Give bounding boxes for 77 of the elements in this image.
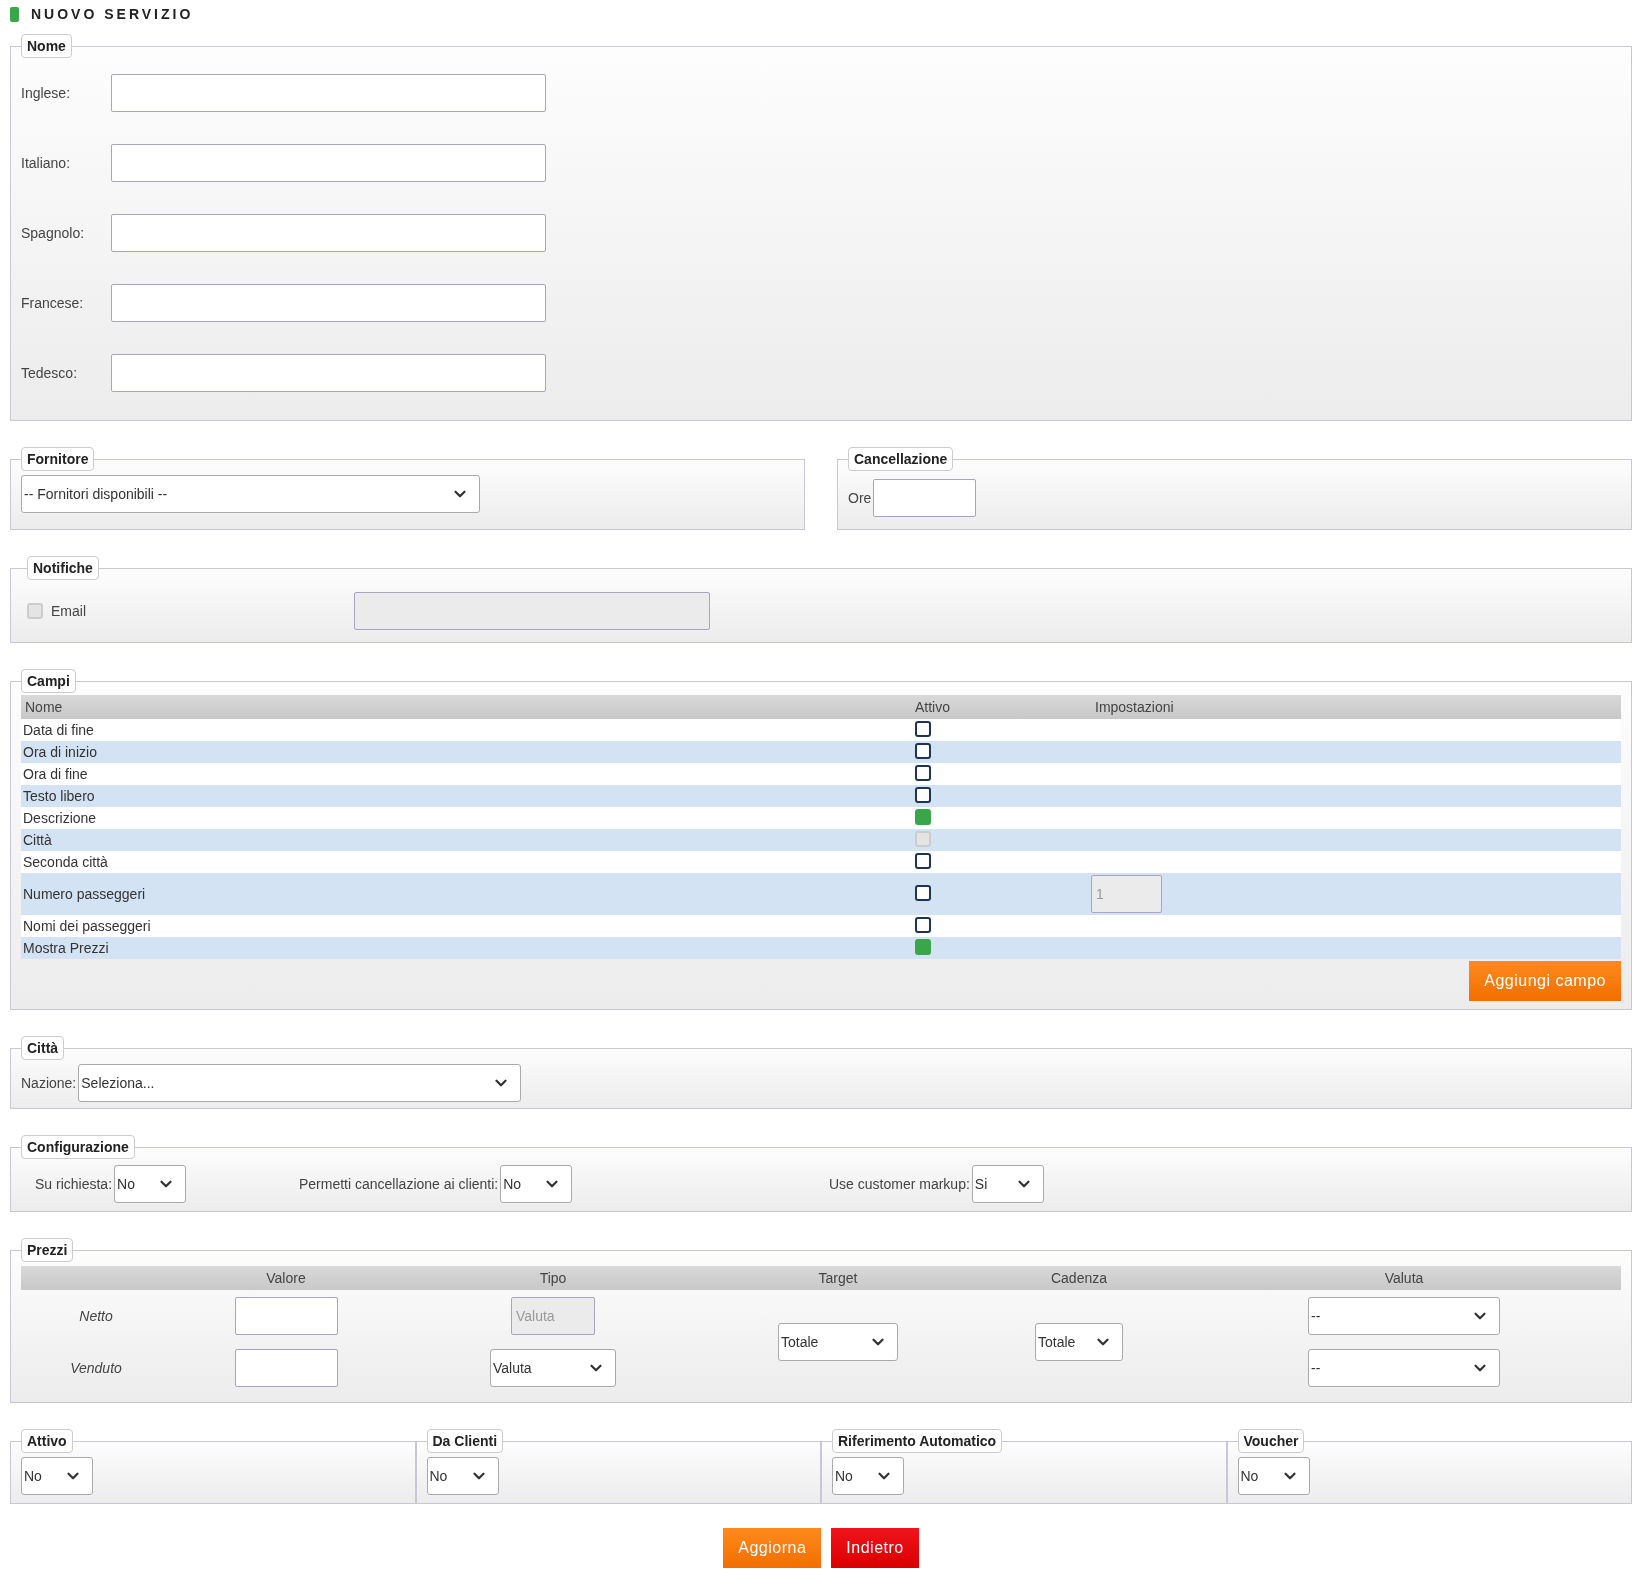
column-header: Attivo <box>914 699 951 715</box>
fieldset-legend: Cancellazione <box>848 447 954 471</box>
select-field[interactable]: Si <box>971 1165 1044 1203</box>
select-field[interactable]: Seleziona... <box>78 1064 522 1102</box>
select-field[interactable]: No <box>500 1165 573 1203</box>
column-header: Valuta <box>1187 1266 1621 1290</box>
text-input[interactable] <box>111 214 546 252</box>
select-field[interactable]: -- <box>1308 1349 1500 1387</box>
select-field[interactable]: -- <box>1308 1297 1500 1335</box>
field-label: Inglese: <box>21 85 72 101</box>
column-header: Valore <box>171 1266 401 1290</box>
table-cell-text: Testo libero <box>22 788 96 804</box>
table-cell-text: Città <box>22 832 53 848</box>
fieldset-legend: Città <box>21 1036 65 1060</box>
checkbox[interactable] <box>915 884 931 901</box>
field-label: Tedesco: <box>21 365 79 381</box>
checkbox[interactable] <box>915 764 931 781</box>
field-label: Use customer markup: <box>829 1176 970 1192</box>
field-label: Ore <box>848 490 872 506</box>
checkbox[interactable] <box>915 852 931 869</box>
fieldset-legend: Campi <box>21 669 76 693</box>
fieldset-legend: Riferimento Automatico <box>832 1429 1003 1453</box>
fieldset-legend: Attivo <box>21 1429 73 1453</box>
checkbox[interactable] <box>915 742 931 759</box>
table-cell-text: Descrizione <box>22 810 98 826</box>
field-label: Nazione: <box>21 1075 77 1091</box>
select-field[interactable]: Totale <box>1035 1323 1123 1361</box>
column-header: Cadenza <box>971 1266 1187 1290</box>
text-input[interactable] <box>111 354 546 392</box>
text-input[interactable] <box>111 74 546 112</box>
column-header: Nome <box>24 699 64 715</box>
fieldset-legend: Prezzi <box>21 1238 74 1262</box>
select-field[interactable]: No <box>114 1165 187 1203</box>
field-label: Italiano: <box>21 155 72 171</box>
row-label: Venduto <box>70 1360 122 1376</box>
fieldset-legend: Da Clienti <box>426 1429 504 1453</box>
field-label: Su richiesta: <box>35 1176 113 1192</box>
table-cell-text: Mostra Prezzi <box>22 940 110 956</box>
checkbox-label: Email <box>51 603 86 619</box>
select-field[interactable]: No <box>1237 1457 1310 1495</box>
field-label: Permetti cancellazione ai clienti: <box>299 1176 499 1192</box>
checkbox[interactable] <box>915 720 931 737</box>
fieldset-legend: Fornitore <box>21 447 95 471</box>
select-field[interactable]: No <box>832 1457 904 1495</box>
checkbox[interactable] <box>915 938 931 955</box>
text-input[interactable] <box>234 1349 338 1387</box>
row-label: Netto <box>79 1308 113 1324</box>
select-field[interactable]: No <box>21 1457 93 1495</box>
field-label: Francese: <box>21 295 85 311</box>
select-field[interactable]: No <box>426 1457 499 1495</box>
text-input[interactable] <box>111 144 546 182</box>
fieldset-legend: Notifiche <box>27 556 99 580</box>
checkbox[interactable] <box>915 916 931 933</box>
text-input[interactable] <box>234 1297 338 1335</box>
table-cell-text: Seconda città <box>22 854 109 870</box>
column-header: Impostazioni <box>1094 699 1175 715</box>
fieldset-legend: Configurazione <box>21 1135 135 1159</box>
select-field[interactable]: -- Fornitori disponibili -- <box>21 475 480 513</box>
table-cell-text: Ora di inizio <box>22 744 98 760</box>
section-marker <box>10 6 19 22</box>
checkbox[interactable] <box>915 808 931 825</box>
select-field[interactable]: Totale <box>778 1323 898 1361</box>
page-title: NUOVO SERVIZIO <box>31 6 194 22</box>
fieldset-legend: Nome <box>21 34 72 58</box>
text-input[interactable] <box>111 284 546 322</box>
table-cell-text: Nomi dei passeggeri <box>22 918 152 934</box>
table-cell-text: Numero passeggeri <box>22 886 147 902</box>
text-input[interactable] <box>873 479 977 517</box>
column-header: Target <box>705 1266 971 1290</box>
select-field[interactable]: Valuta <box>490 1349 616 1387</box>
field-label: Spagnolo: <box>21 225 86 241</box>
column-header: Tipo <box>401 1266 705 1290</box>
back-button[interactable]: Indietro <box>831 1528 919 1568</box>
fieldset-legend: Voucher <box>1237 1429 1305 1453</box>
table-cell-text: Data di fine <box>22 722 95 738</box>
table-cell-text: Ora di fine <box>22 766 89 782</box>
checkbox[interactable] <box>915 786 931 803</box>
